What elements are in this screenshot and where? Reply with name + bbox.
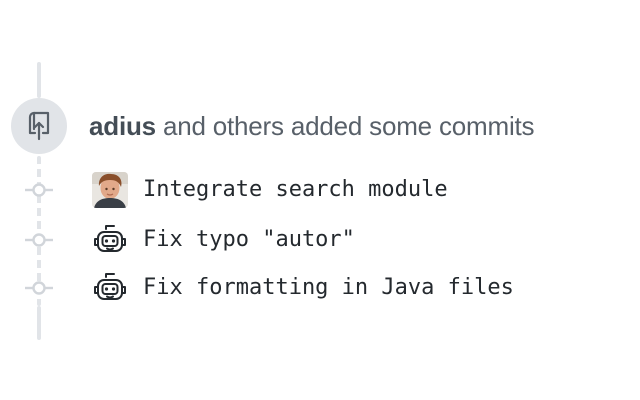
- human-photo-avatar: [92, 172, 128, 208]
- git-commit-icon: [25, 281, 53, 295]
- commit-author-avatar[interactable]: [92, 222, 128, 258]
- robot-avatar: [94, 273, 126, 300]
- commit-message-link[interactable]: Fix formatting in Java files: [143, 275, 514, 301]
- commit-row: Fix typo "autor": [0, 220, 640, 260]
- timeline-rail-bottom: [37, 306, 41, 340]
- push-event-heading: adius and others added some commits: [89, 110, 535, 142]
- commit-row: Fix formatting in Java files: [0, 268, 640, 308]
- push-event-action-text: and others added some commits: [162, 111, 535, 141]
- push-event-badge: [11, 98, 67, 154]
- author-link[interactable]: adius: [89, 111, 156, 141]
- repo-push-icon: [28, 111, 50, 141]
- robot-avatar: [94, 225, 126, 252]
- commit-author-avatar[interactable]: [92, 172, 128, 208]
- git-commit-icon: [25, 233, 53, 247]
- commit-author-avatar[interactable]: [92, 270, 128, 306]
- commit-row: Integrate search module: [0, 170, 640, 210]
- commit-message-link[interactable]: Fix typo "autor": [143, 227, 355, 253]
- timeline-rail-top: [37, 62, 41, 98]
- commit-message-link[interactable]: Integrate search module: [143, 177, 448, 203]
- git-commit-icon: [25, 183, 53, 197]
